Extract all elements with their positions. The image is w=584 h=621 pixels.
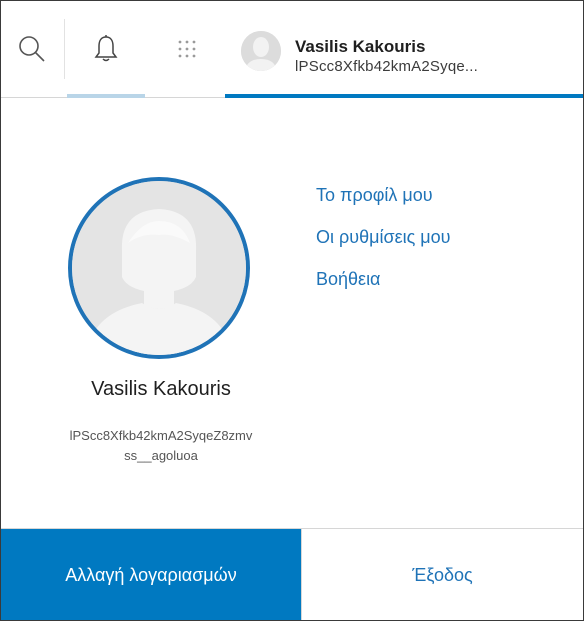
- header-user-name: Vasilis Kakouris: [295, 37, 426, 56]
- search-icon: [19, 36, 45, 62]
- user-avatar-small: [241, 31, 281, 71]
- account-actions: Αλλαγή λογαριασμών Έξοδος: [1, 528, 583, 620]
- account-popover: Vasilis Kakouris lPScc8Xfkb42kmA2Syqe...…: [0, 0, 584, 621]
- apps-button[interactable]: [151, 1, 223, 97]
- my-profile-link[interactable]: Το προφίλ μου: [316, 174, 451, 216]
- search-button[interactable]: [1, 1, 63, 97]
- sign-out-button[interactable]: Έξοδος: [301, 529, 583, 620]
- apps-grid-icon: [178, 40, 196, 58]
- user-menu-button[interactable]: Vasilis Kakouris lPScc8Xfkb42kmA2Syqe...: [225, 1, 583, 98]
- sign-out-label: Έξοδος: [412, 564, 473, 585]
- profile-panel: Vasilis Kakouris lPScc8Xfkb42kmA2SyqeZ8z…: [1, 98, 583, 520]
- help-link[interactable]: Βοήθεια: [316, 258, 451, 300]
- profile-username: lPScc8Xfkb42kmA2SyqeZ8zmv ss__agoluoa: [11, 426, 311, 466]
- header-user-id: lPScc8Xfkb42kmA2Syqe...: [295, 58, 479, 75]
- notifications-button[interactable]: [67, 1, 145, 98]
- user-avatar-icon: [72, 181, 246, 355]
- switch-accounts-button[interactable]: Αλλαγή λογαριασμών: [1, 529, 301, 620]
- top-navigation-bar: Vasilis Kakouris lPScc8Xfkb42kmA2Syqe...: [1, 1, 583, 98]
- switch-accounts-label: Αλλαγή λογαριασμών: [65, 565, 237, 585]
- my-settings-link[interactable]: Οι ρυθμίσεις μου: [316, 216, 451, 258]
- profile-name: Vasilis Kakouris: [91, 378, 231, 400]
- profile-links: Το προφίλ μου Οι ρυθμίσεις μου Βοήθεια: [316, 174, 451, 300]
- bell-icon: [94, 35, 118, 62]
- profile-username-line1: lPScc8Xfkb42kmA2SyqeZ8zmv: [69, 428, 253, 443]
- profile-avatar: [68, 177, 250, 359]
- profile-username-line2: ss__agoluoa: [124, 448, 198, 463]
